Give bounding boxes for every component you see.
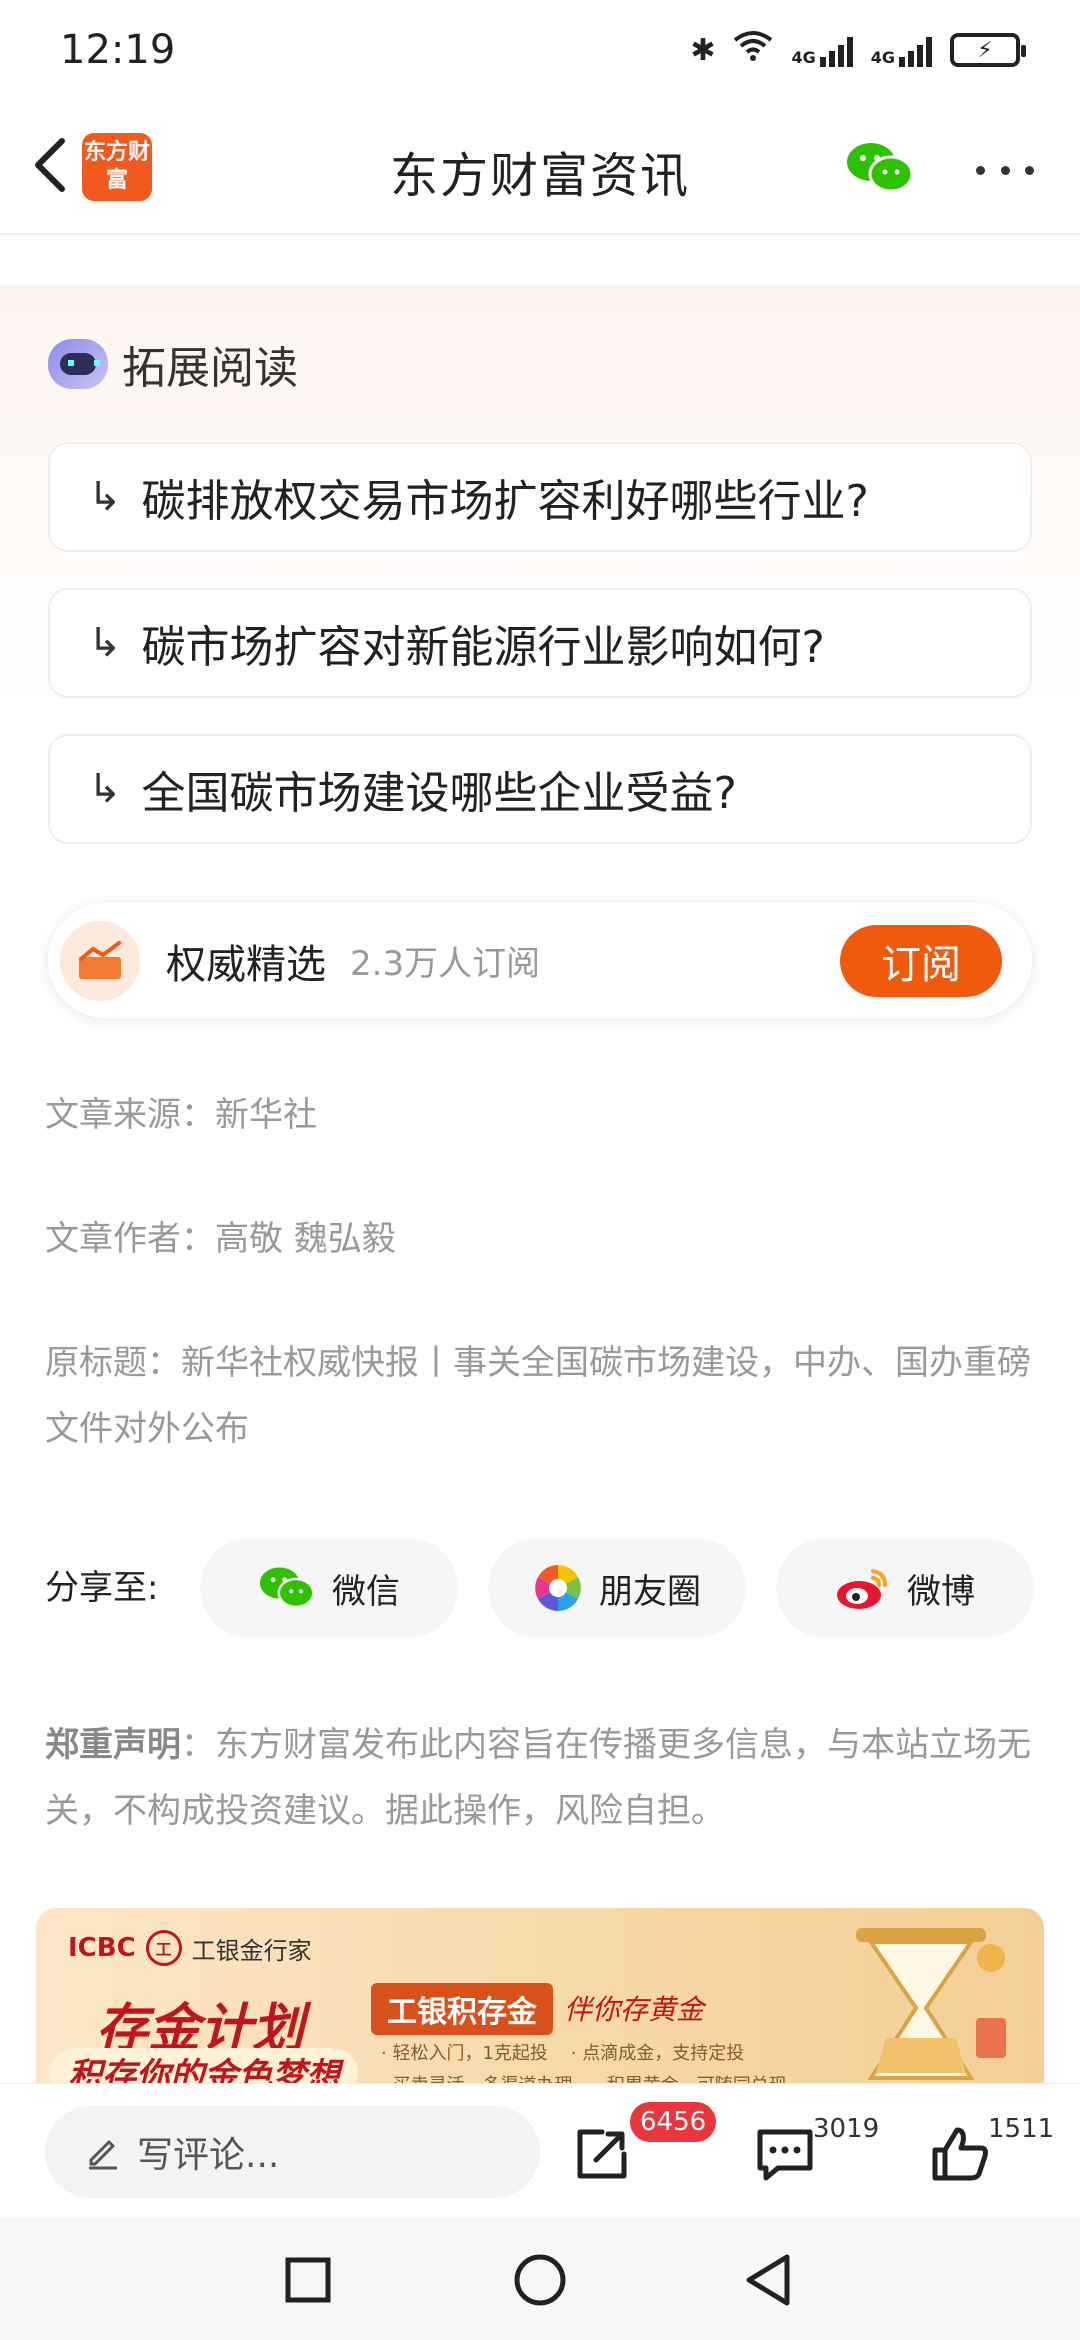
system-nav-bar (0, 2218, 1080, 2340)
arrow-icon: ↳ (88, 766, 122, 812)
subscribe-button[interactable]: 订阅 (840, 925, 1002, 997)
extended-reading-header: 拓展阅读 (48, 332, 298, 396)
pencil-icon (89, 2140, 117, 2170)
bluetooth-icon: ✱ (690, 32, 716, 68)
circle-icon (514, 2254, 566, 2306)
home-button[interactable] (512, 2252, 568, 2308)
chart-trend-icon (60, 920, 140, 1001)
dot-icon (1025, 165, 1034, 175)
share-moments-label: 朋友圈 (599, 1571, 701, 1612)
share-wechat-label: 微信 (332, 1571, 400, 1612)
related-question[interactable]: ↳ 碳排放权交易市场扩容利好哪些行业? (48, 442, 1032, 552)
ad-slogan: 伴你存黄金 (564, 1993, 705, 2026)
icbc-logo: ICBC (68, 1933, 136, 1963)
title-bar: 东方财富 东方财富资讯 (0, 100, 1080, 235)
signal-icon-2: 4G (871, 33, 932, 67)
question-text: 碳市场扩容对新能源行业影响如何? (141, 622, 825, 673)
status-bar: 12:19 ✱ 4G 4G ⚡ (0, 0, 1080, 100)
page-title: 东方财富资讯 (389, 148, 690, 204)
ad-bullets: · 轻松入门，1克起投 · 点滴成金，支持定投 · 买卖灵活，多渠道办理 · 积… (381, 2043, 787, 2083)
more-options-button[interactable] (970, 150, 1040, 190)
dot-icon (976, 165, 985, 175)
disclaimer: 郑重声明：东方财富发布此内容旨在传播更多信息，与本站立场无关，不构成投资建议。据… (45, 1712, 1035, 1844)
share-count-badge: 6456 (630, 2102, 717, 2142)
like-count: 1511 (988, 2114, 1055, 2144)
icbc-seal-icon: 工 (145, 1930, 182, 1966)
wechat-icon (259, 1567, 315, 1609)
original-title: 原标题：新华社权威快报丨事关全国碳市场建设，中办、国办重磅文件对外公布 (45, 1343, 1031, 1449)
comment-input[interactable]: 写评论... (45, 2106, 540, 2198)
ad-brand: ICBC 工 工银金行家 (68, 1930, 312, 1966)
ad-dream: 积存你的金色梦想 (50, 2048, 358, 2083)
share-label: 分享至: (45, 1568, 159, 1608)
ad-banner[interactable]: ICBC 工 工银金行家 存金计划 积存你的金色梦想 工银积存金 伴你存黄金 ·… (36, 1908, 1044, 2083)
weibo-icon (837, 1569, 887, 1609)
subscribe-name: 权威精选 (166, 941, 326, 988)
hourglass-illustration (856, 1928, 1006, 2080)
share-icon (577, 2129, 627, 2179)
dot-icon (1000, 165, 1010, 175)
article-source: 文章来源：新华社 (45, 1095, 317, 1135)
wechat-share-button[interactable] (845, 140, 915, 196)
triangle-back-icon (746, 2254, 790, 2306)
square-icon (285, 2257, 331, 2303)
system-back-button[interactable] (740, 2252, 796, 2308)
related-question[interactable]: ↳ 碳市场扩容对新能源行业影响如何? (48, 588, 1032, 698)
wifi-icon (733, 30, 773, 70)
share-moments-button[interactable]: 朋友圈 (488, 1538, 746, 1638)
comment-placeholder: 写评论... (137, 2135, 280, 2176)
thumbs-up-icon (932, 2127, 988, 2181)
bottom-action-bar: 写评论... 6456 3019 1511 (0, 2083, 1080, 2218)
battery-icon: ⚡ (950, 33, 1026, 67)
ad-brand-sub: 工银金行家 (191, 1936, 312, 1965)
recent-apps-button[interactable] (280, 2252, 336, 2308)
share-wechat-button[interactable]: 微信 (200, 1538, 458, 1638)
status-time: 12:19 (60, 27, 176, 73)
article-author: 文章作者：高敬 魏弘毅 (45, 1219, 396, 1259)
question-text: 碳排放权交易市场扩容利好哪些行业? (141, 476, 869, 527)
arrow-icon: ↳ (88, 474, 122, 520)
disclaimer-text: ：东方财富发布此内容旨在传播更多信息，与本站立场无关，不构成投资建议。据此操作，… (45, 1725, 1031, 1831)
wechat-icon (847, 143, 914, 193)
disclaimer-title: 郑重声明 (45, 1725, 181, 1765)
share-weibo-button[interactable]: 微博 (776, 1538, 1034, 1638)
moments-icon (535, 1565, 581, 1611)
subscriber-count: 2.3万人订阅 (350, 944, 541, 984)
extended-reading-title: 拓展阅读 (122, 343, 298, 394)
subscribe-card[interactable]: 权威精选 2.3万人订阅 订阅 (48, 903, 1032, 1018)
comment-icon (757, 2129, 813, 2181)
arrow-icon: ↳ (88, 620, 122, 666)
related-question[interactable]: ↳ 全国碳市场建设哪些企业受益? (48, 734, 1032, 844)
status-icons: ✱ 4G 4G ⚡ (690, 30, 1026, 70)
comment-count: 3019 (813, 2114, 880, 2144)
robot-icon (48, 339, 108, 389)
ad-tag: 工银积存金 (371, 1983, 553, 2035)
share-weibo-label: 微博 (907, 1571, 975, 1612)
question-text: 全国碳市场建设哪些企业受益? (141, 768, 737, 819)
signal-icon-1: 4G (791, 33, 853, 67)
